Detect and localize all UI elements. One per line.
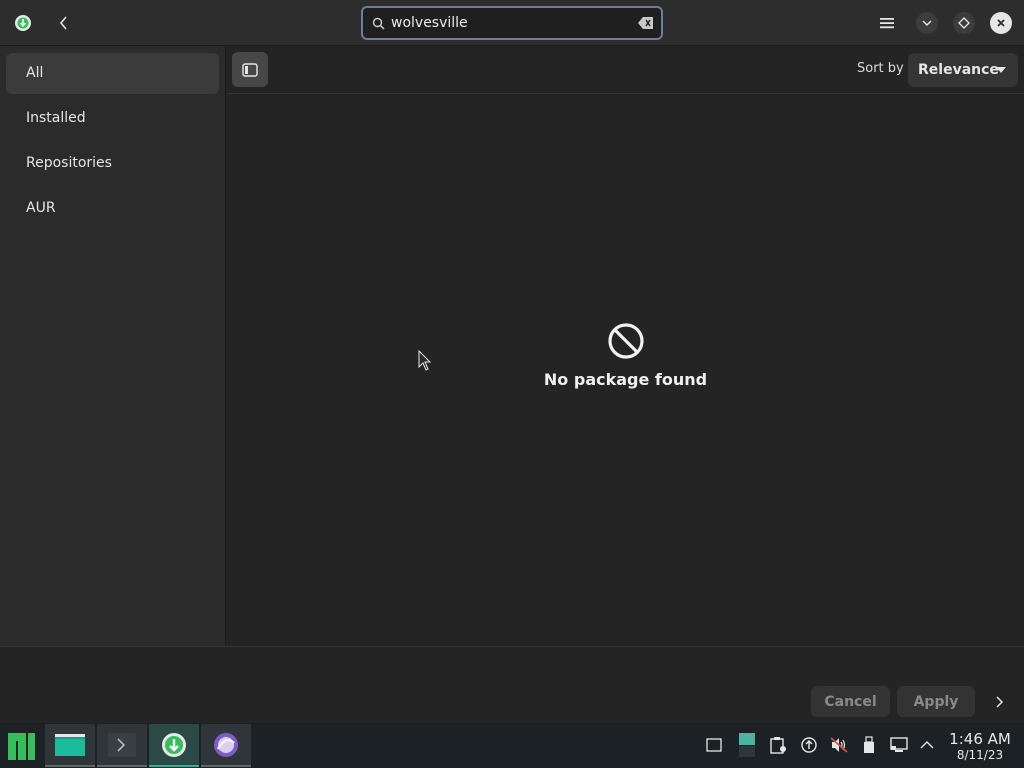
search-box[interactable]	[361, 6, 663, 40]
tray-clipboard[interactable]	[769, 736, 787, 754]
virtual-desktop-icon	[739, 733, 755, 757]
taskbar-browser[interactable]	[201, 724, 251, 767]
backspace-clear-icon[interactable]	[637, 15, 655, 31]
network-wired-icon	[890, 737, 908, 752]
software-manager-icon[interactable]	[13, 13, 33, 33]
sidebar-item-aur[interactable]: AUR	[6, 188, 219, 229]
main-menu-button[interactable]	[876, 12, 898, 34]
sidebar: All Installed Repositories AUR	[0, 46, 226, 646]
chevron-right-icon	[996, 696, 1004, 708]
search-input[interactable]	[391, 13, 631, 33]
taskbar-file-manager[interactable]	[45, 724, 95, 767]
volume-muted-icon	[830, 737, 848, 753]
caret-down-icon	[996, 67, 1006, 73]
sidebar-item-repositories[interactable]: Repositories	[6, 143, 219, 184]
usb-drive-icon	[864, 736, 874, 753]
apply-button[interactable]: Apply	[897, 686, 975, 717]
sidebar-item-installed[interactable]: Installed	[6, 98, 219, 139]
cancel-button[interactable]: Cancel	[811, 686, 890, 717]
sidebar-toggle-button[interactable]	[232, 52, 268, 87]
update-arrow-icon	[801, 737, 817, 753]
browser-icon	[214, 732, 238, 757]
sidebar-item-all[interactable]: All	[6, 53, 219, 94]
taskbar-clock[interactable]: 1:46 AM 8/11/23	[944, 730, 1016, 762]
taskbar-terminal[interactable]	[97, 724, 147, 767]
sidebar-panel-icon	[242, 62, 258, 77]
empty-state-message: No package found	[543, 370, 708, 389]
diamond-icon	[958, 17, 970, 29]
chevron-down-icon	[922, 20, 932, 26]
sort-by-dropdown[interactable]: Relevance	[908, 53, 1018, 87]
manjaro-start-icon[interactable]	[8, 733, 35, 760]
hamburger-menu-icon	[880, 18, 894, 29]
minimize-button[interactable]	[916, 12, 938, 34]
back-button[interactable]	[52, 11, 76, 35]
sort-by-value: Relevance	[918, 62, 999, 78]
next-button[interactable]	[990, 692, 1010, 712]
taskbar: 1:46 AM 8/11/23	[0, 723, 1024, 768]
software-manager-window: All Installed Repositories AUR Sort by R…	[0, 0, 1024, 723]
tray-show-desktop[interactable]	[705, 736, 723, 754]
no-entry-icon	[607, 323, 644, 359]
action-bar: Cancel Apply	[0, 646, 1024, 723]
chevron-left-icon	[59, 16, 67, 30]
taskbar-software-manager[interactable]	[149, 724, 199, 767]
folder-icon	[55, 733, 85, 756]
empty-state: No package found	[227, 322, 1024, 402]
tray-expand[interactable]	[918, 736, 936, 754]
clipboard-icon	[770, 737, 786, 754]
tray-updates[interactable]	[800, 736, 818, 754]
search-icon	[372, 17, 385, 30]
tray-pager[interactable]	[738, 732, 756, 758]
tray-volume[interactable]	[830, 736, 848, 754]
close-button[interactable]	[990, 12, 1012, 34]
close-icon	[997, 19, 1005, 27]
software-manager-icon	[162, 732, 186, 757]
tray-network[interactable]	[890, 736, 908, 754]
clock-time: 1:46 AM	[949, 730, 1011, 748]
terminal-icon	[108, 732, 136, 757]
content-toolbar: Sort by Relevance	[227, 46, 1024, 94]
clock-date: 8/11/23	[956, 748, 1004, 762]
tray-usb-device[interactable]	[860, 736, 878, 754]
maximize-button[interactable]	[953, 12, 975, 34]
window-icon	[706, 738, 722, 752]
header-bar	[0, 0, 1024, 46]
sort-by-label: Sort by	[857, 61, 904, 76]
chevron-up-icon	[920, 741, 934, 749]
